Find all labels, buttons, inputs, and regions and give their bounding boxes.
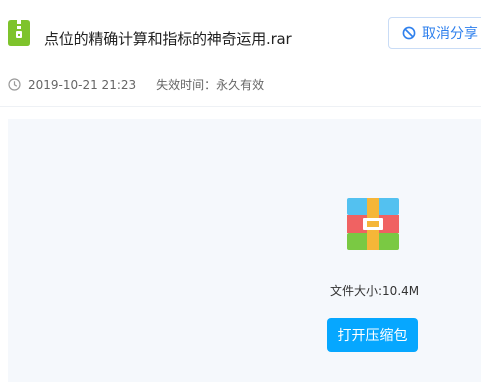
- file-size: 文件大小:10.4M: [330, 284, 420, 298]
- cancel-share-button[interactable]: 取消分享: [388, 17, 481, 49]
- share-meta: 2019-10-21 21:23 失效时间：永久有效: [8, 76, 264, 93]
- share-datetime: 2019-10-21 21:23: [28, 77, 137, 92]
- clock-icon: [8, 78, 21, 91]
- file-name: 点位的精确计算和指标的神奇运用.rar: [44, 30, 292, 48]
- zip-file-icon: [8, 20, 30, 46]
- ban-icon: [402, 26, 416, 40]
- divider: [0, 106, 481, 107]
- cancel-share-label: 取消分享: [422, 26, 478, 42]
- expiry-text: 失效时间：永久有效: [156, 78, 265, 92]
- archive-icon: [347, 198, 399, 250]
- open-archive-button[interactable]: 打开压缩包: [327, 318, 418, 352]
